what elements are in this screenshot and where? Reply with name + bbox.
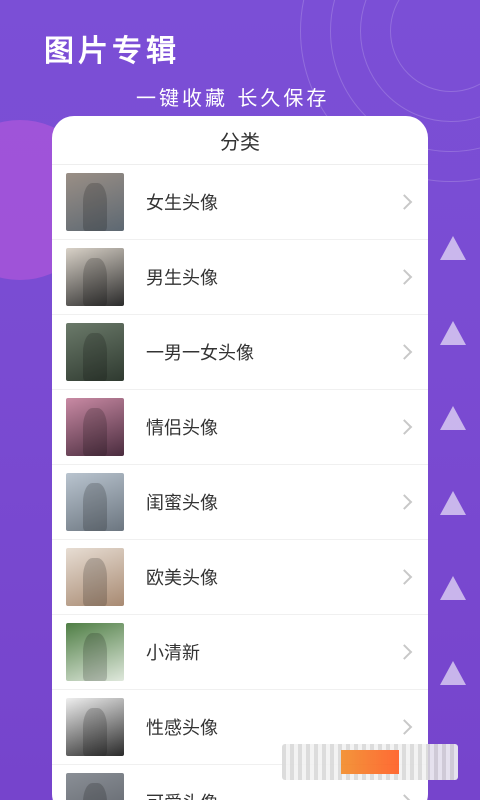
category-label: 男生头像 (146, 268, 218, 289)
triangle-icon (440, 236, 466, 260)
category-label: 一男一女头像 (146, 343, 254, 364)
chevron-right-icon (396, 269, 413, 285)
triangle-icon (440, 576, 466, 600)
triangle-icon (440, 321, 466, 345)
decorative-triangles (440, 236, 468, 746)
chevron-right-icon (396, 794, 413, 800)
triangle-icon (440, 491, 466, 515)
chevron-right-icon (396, 419, 413, 435)
category-label: 性感头像 (146, 718, 218, 739)
category-thumbnail (66, 698, 124, 756)
chevron-right-icon (396, 344, 413, 360)
promo-title: 图片专辑 (44, 34, 180, 69)
category-thumbnail (66, 398, 124, 456)
category-label: 女生头像 (146, 193, 218, 214)
promo-subtitle: 一键收藏 长久保存 (136, 86, 330, 110)
triangle-icon (440, 661, 466, 685)
category-list: 女生头像男生头像一男一女头像情侣头像闺蜜头像欧美头像小清新性感头像可爱头像 (52, 165, 428, 800)
category-row[interactable]: 小清新 (52, 615, 428, 690)
watermark-mark (341, 750, 399, 774)
triangle-icon (440, 406, 466, 430)
chevron-right-icon (396, 194, 413, 210)
category-thumbnail (66, 473, 124, 531)
category-thumbnail (66, 548, 124, 606)
category-row[interactable]: 一男一女头像 (52, 315, 428, 390)
category-label: 闺蜜头像 (146, 493, 218, 514)
category-row[interactable]: 男生头像 (52, 240, 428, 315)
category-row[interactable]: 情侣头像 (52, 390, 428, 465)
category-label: 欧美头像 (146, 568, 218, 589)
category-card: 分类 女生头像男生头像一男一女头像情侣头像闺蜜头像欧美头像小清新性感头像可爱头像 (52, 116, 428, 800)
watermark-logo (282, 744, 458, 780)
promo-screen: 图片专辑 一键收藏 长久保存 分类 女生头像男生头像一男一女头像 情侣头像闺蜜头像… (0, 0, 480, 800)
category-thumbnail (66, 623, 124, 681)
category-row[interactable]: 女生头像 (52, 165, 428, 240)
category-thumbnail (66, 773, 124, 800)
category-thumbnail (66, 173, 124, 231)
category-thumbnail (66, 323, 124, 381)
category-label: 情侣头像 (146, 418, 218, 439)
category-row[interactable]: 欧美头像 (52, 540, 428, 615)
chevron-right-icon (396, 494, 413, 510)
category-label: 小清新 (146, 643, 200, 664)
chevron-right-icon (396, 644, 413, 660)
category-row[interactable]: 闺蜜头像 (52, 465, 428, 540)
category-header: 分类 (52, 116, 428, 165)
chevron-right-icon (396, 719, 413, 735)
category-thumbnail (66, 248, 124, 306)
chevron-right-icon (396, 569, 413, 585)
category-label: 可爱头像 (146, 789, 218, 800)
